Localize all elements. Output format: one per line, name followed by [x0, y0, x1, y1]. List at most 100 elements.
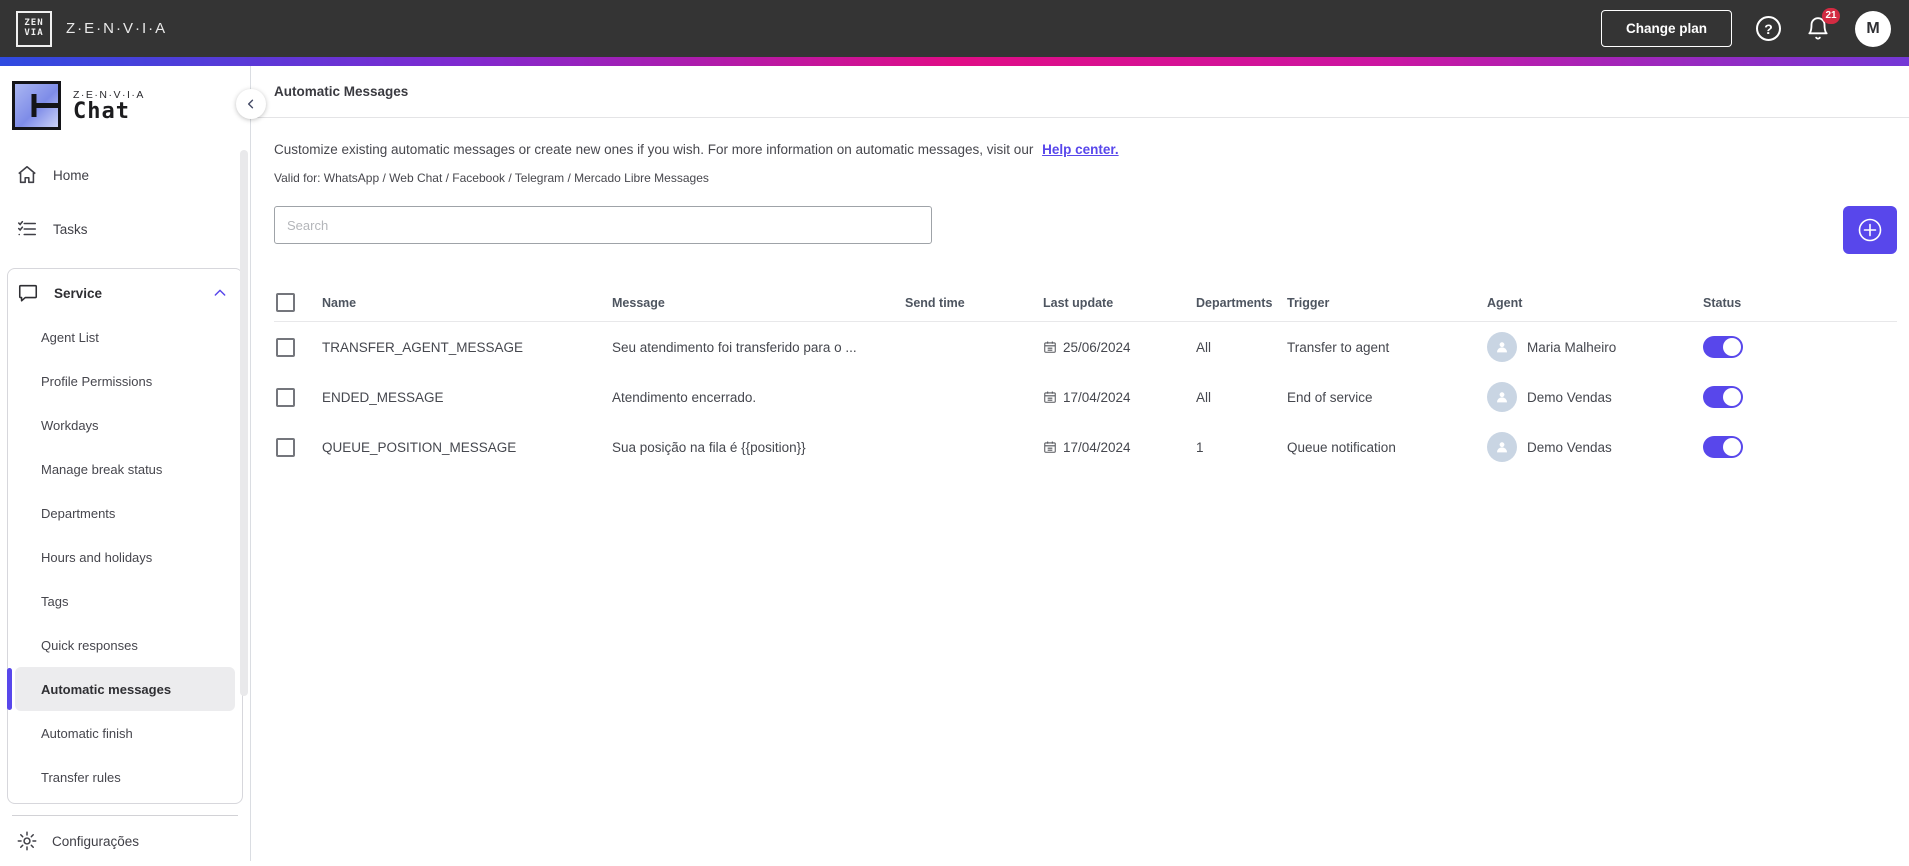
sidebar-item-label: Manage break status	[41, 461, 163, 477]
topbar: ZEN VIA Z·E·N·V·I·A Change plan ? 21 M	[0, 0, 1909, 57]
sidebar-item-profile-permissions[interactable]: Profile Permissions	[15, 359, 235, 403]
column-header-message: Message	[612, 295, 665, 310]
product-logo-text: Z·E·N·V·I·A Chat	[73, 89, 145, 123]
sidebar-item-home[interactable]: Home	[0, 152, 250, 198]
app-layout: Z·E·N·V·I·A Chat Home Tasks Service Agen…	[0, 66, 1909, 861]
page-title: Automatic Messages	[274, 84, 409, 99]
row-checkbox[interactable]	[276, 387, 295, 407]
cell-name: TRANSFER_AGENT_MESSAGE	[322, 339, 524, 355]
calendar-icon	[1044, 441, 1056, 453]
calendar-icon	[1044, 391, 1056, 403]
sidebar-item-automatic-messages[interactable]: Automatic messages	[7, 667, 235, 711]
plus-circle-icon	[1858, 218, 1882, 242]
toggle-knob	[1723, 388, 1741, 406]
sidebar-item-departments[interactable]: Departments	[15, 491, 235, 535]
sidebar-item-service[interactable]: Service	[8, 271, 242, 315]
sidebar-item-label: Hours and holidays	[41, 549, 153, 565]
help-icon[interactable]: ?	[1756, 16, 1781, 41]
cell-name: ENDED_MESSAGE	[322, 389, 444, 405]
sidebar-item-tasks[interactable]: Tasks	[0, 206, 250, 252]
user-avatar[interactable]: M	[1855, 10, 1891, 47]
agent-avatar	[1487, 432, 1517, 462]
home-icon	[18, 165, 36, 184]
logo-product-text: Chat	[73, 98, 130, 124]
toolbar	[274, 206, 1897, 254]
topbar-brand-text: Z·E·N·V·I·A	[66, 20, 168, 37]
description-text: Customize existing automatic messages or…	[274, 142, 1034, 157]
column-header-trigger: Trigger	[1287, 295, 1330, 310]
notifications-button[interactable]: 21	[1805, 7, 1840, 42]
cell-agent: Demo Vendas	[1487, 382, 1703, 412]
last-update-text: 17/04/2024	[1063, 439, 1131, 455]
sidebar-item-label: Home	[53, 167, 90, 183]
row-checkbox[interactable]	[276, 437, 295, 457]
cell-agent: Demo Vendas	[1487, 432, 1703, 462]
sidebar-item-label: Tasks	[53, 221, 88, 237]
add-message-button[interactable]	[1843, 206, 1897, 254]
sidebar-item-label: Profile Permissions	[41, 373, 153, 389]
notification-count-badge: 21	[1822, 7, 1840, 24]
table-header-row: Name Message Send time Last update Depar…	[274, 284, 1897, 322]
status-toggle[interactable]	[1703, 386, 1743, 408]
sidebar-item-automatic-finish[interactable]: Automatic finish	[15, 711, 235, 755]
sidebar-item-hours-and-holidays[interactable]: Hours and holidays	[15, 535, 235, 579]
sidebar-item-quick-responses[interactable]: Quick responses	[15, 623, 235, 667]
cell-message: Sua posição na fila é {{position}}	[612, 439, 806, 455]
collapse-sidebar-button[interactable]	[236, 89, 266, 119]
chat-product-logo	[12, 81, 61, 130]
chevron-up-icon[interactable]	[212, 285, 228, 301]
agent-avatar	[1487, 382, 1517, 412]
status-toggle[interactable]	[1703, 336, 1743, 358]
row-checkbox[interactable]	[276, 337, 295, 357]
page-body: Customize existing automatic messages or…	[251, 118, 1909, 472]
cell-message: Seu atendimento foi transferido para o .…	[612, 339, 857, 355]
messages-table: Name Message Send time Last update Depar…	[274, 284, 1897, 472]
cell-trigger: Queue notification	[1287, 439, 1396, 455]
sidebar-item-label: Tags	[41, 593, 69, 609]
sidebar-item-label: Departments	[41, 505, 116, 521]
toggle-knob	[1723, 438, 1741, 456]
valid-for-text: Valid for: WhatsApp / Web Chat / Faceboo…	[274, 171, 709, 185]
table-body: TRANSFER_AGENT_MESSAGE Seu atendimento f…	[274, 322, 1897, 472]
calendar-icon	[1044, 341, 1056, 353]
select-all-checkbox[interactable]	[276, 293, 295, 312]
cell-departments: 1	[1196, 439, 1204, 455]
sidebar-item-label: Transfer rules	[41, 769, 121, 785]
cell-name: QUEUE_POSITION_MESSAGE	[322, 439, 517, 455]
help-center-link[interactable]: Help center.	[1042, 142, 1119, 157]
toggle-knob	[1723, 338, 1741, 356]
sidebar-item-transfer-rules[interactable]: Transfer rules	[15, 755, 235, 799]
brand-gradient-bar	[0, 57, 1909, 66]
product-logo-group: Z·E·N·V·I·A Chat	[0, 66, 250, 144]
agent-name: Maria Malheiro	[1527, 339, 1617, 355]
table-row: ENDED_MESSAGE Atendimento encerrado. 17/…	[274, 372, 1897, 422]
column-header-name: Name	[322, 295, 357, 310]
status-toggle[interactable]	[1703, 436, 1743, 458]
sidebar-scrollbar-thumb[interactable]	[240, 150, 248, 696]
change-plan-button[interactable]: Change plan	[1600, 10, 1732, 47]
sidebar-item-agent-list[interactable]: Agent List	[15, 315, 235, 359]
sidebar-item-label: Configurações	[52, 833, 140, 849]
cell-departments: All	[1196, 339, 1212, 355]
agent-name: Demo Vendas	[1527, 439, 1612, 455]
sidebar-item-settings[interactable]: Configurações	[0, 816, 250, 866]
sidebar-item-tags[interactable]: Tags	[15, 579, 235, 623]
user-avatar-icon	[1497, 392, 1507, 403]
last-update-text: 25/06/2024	[1063, 339, 1131, 355]
user-avatar-icon	[1497, 342, 1507, 353]
selected-item-accent-bar	[7, 668, 12, 710]
agent-avatar	[1487, 332, 1517, 362]
column-header-agent: Agent	[1487, 295, 1523, 310]
sidebar-item-label: Workdays	[41, 417, 99, 433]
tasks-icon	[17, 220, 37, 236]
chevron-left-icon	[247, 99, 254, 109]
last-update-text: 17/04/2024	[1063, 389, 1131, 405]
sidebar-item-manage-break-status[interactable]: Manage break status	[15, 447, 235, 491]
cell-trigger: End of service	[1287, 389, 1373, 405]
sidebar: Z·E·N·V·I·A Chat Home Tasks Service Agen…	[0, 66, 251, 861]
sidebar-item-workdays[interactable]: Workdays	[15, 403, 235, 447]
sidebar-item-label: Quick responses	[41, 637, 138, 653]
cell-departments: All	[1196, 389, 1212, 405]
search-input[interactable]	[274, 206, 932, 244]
cell-trigger: Transfer to agent	[1287, 339, 1390, 355]
